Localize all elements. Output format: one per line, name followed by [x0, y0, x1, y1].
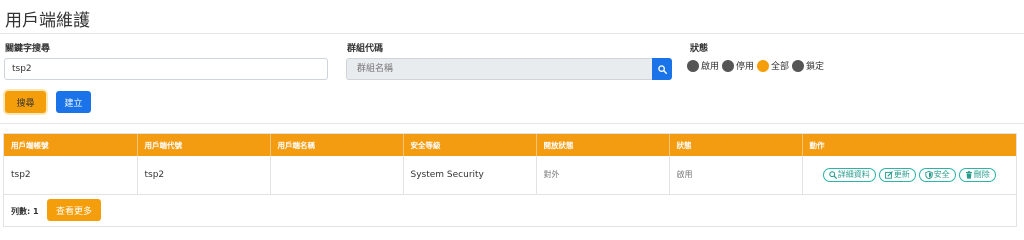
- cell-name: [270, 156, 404, 195]
- keyword-search-input[interactable]: [4, 58, 328, 80]
- group-name-input[interactable]: [346, 58, 652, 80]
- status-option-enabled[interactable]: 啟用: [687, 59, 719, 72]
- view-more-button[interactable]: 查看更多: [47, 199, 101, 221]
- security-button[interactable]: 安全: [918, 167, 956, 182]
- search-button[interactable]: 搜尋: [5, 91, 46, 113]
- status-option-disabled[interactable]: 停用: [722, 59, 754, 72]
- column-header-open-status[interactable]: 開放狀態: [536, 134, 670, 156]
- cell-security: System Security: [403, 156, 537, 195]
- delete-button[interactable]: 刪除: [958, 167, 996, 182]
- cell-account: tsp2: [4, 156, 138, 195]
- client-table-panel: 用戶端帳號 用戶端代號 用戶端名稱 安全等級 開放狀態 狀態 動作 tsp2 t…: [3, 133, 1017, 227]
- radio-label: 鎖定: [806, 62, 825, 72]
- detail-label: 詳細資料: [837, 170, 870, 180]
- section-divider: [0, 123, 1024, 124]
- cell-actions: 詳細資料 更新 安全 刪除: [802, 156, 1016, 195]
- radio-button[interactable]: [687, 59, 699, 72]
- status-option-locked[interactable]: 鎖定: [792, 59, 824, 72]
- search-icon: [657, 64, 667, 74]
- row-count: 列數: 1: [11, 207, 39, 216]
- radio-button[interactable]: [722, 59, 735, 72]
- shield-icon: [925, 170, 933, 179]
- group-code-label: 群組代碼: [347, 44, 384, 54]
- radio-label: 啟用: [701, 62, 720, 72]
- status-radio-group: 啟用 停用 全部 鎖定: [687, 59, 827, 72]
- radio-label: 全部: [771, 62, 790, 72]
- column-header-name[interactable]: 用戶端名稱: [270, 134, 404, 156]
- table-row: tsp2 tsp2 System Security 對外 啟用 詳細資料 更新 …: [4, 156, 1016, 195]
- cell-open-status: 對外: [536, 156, 670, 195]
- column-header-code[interactable]: 用戶端代號: [137, 134, 271, 156]
- column-header-status[interactable]: 狀態: [669, 134, 803, 156]
- update-label: 更新: [893, 170, 910, 180]
- keyword-search-label: 關鍵字搜尋: [5, 44, 51, 54]
- status-option-all[interactable]: 全部: [757, 59, 789, 72]
- search-icon: [828, 170, 837, 179]
- delete-label: 刪除: [973, 170, 990, 180]
- column-header-account[interactable]: 用戶端帳號: [4, 134, 138, 156]
- edit-icon: [884, 170, 893, 179]
- radio-button[interactable]: [792, 59, 805, 72]
- row-actions: 詳細資料 更新 安全 刪除: [810, 167, 1010, 182]
- create-button[interactable]: 建立: [56, 91, 91, 113]
- client-table: 用戶端帳號 用戶端代號 用戶端名稱 安全等級 開放狀態 狀態 動作 tsp2 t…: [4, 134, 1016, 195]
- group-search-button[interactable]: [652, 58, 672, 80]
- radio-label: 停用: [736, 62, 755, 72]
- status-label: 狀態: [690, 44, 709, 54]
- column-header-security[interactable]: 安全等級: [403, 134, 537, 156]
- cell-code: tsp2: [137, 156, 271, 195]
- trash-icon: [965, 170, 972, 179]
- security-label: 安全: [933, 170, 950, 180]
- table-header-row: 用戶端帳號 用戶端代號 用戶端名稱 安全等級 開放狀態 狀態 動作: [4, 134, 1016, 156]
- radio-button[interactable]: [757, 59, 770, 72]
- detail-button[interactable]: 詳細資料: [822, 167, 876, 182]
- page-title: 用戶端維護: [5, 11, 90, 31]
- update-button[interactable]: 更新: [878, 167, 916, 182]
- title-divider: [0, 33, 1024, 34]
- column-header-actions: 動作: [802, 134, 1016, 156]
- cell-status: 啟用: [669, 156, 803, 195]
